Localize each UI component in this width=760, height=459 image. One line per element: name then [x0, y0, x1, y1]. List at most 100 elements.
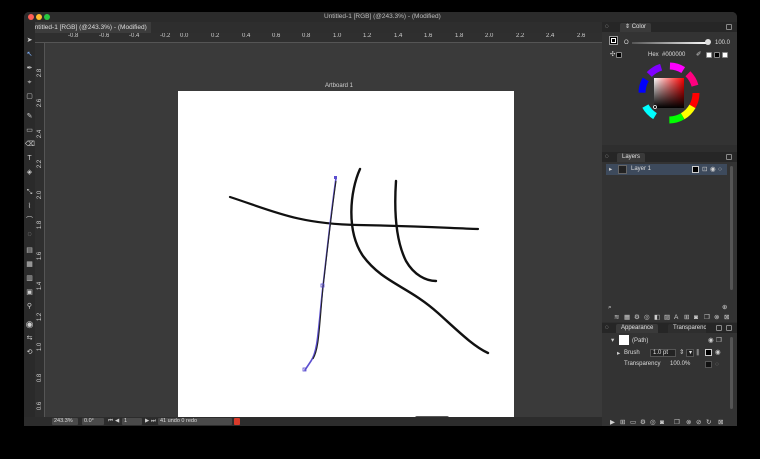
transform-icon[interactable]: ⤡ [25, 188, 34, 197]
link-icon[interactable]: ⊗ [686, 419, 691, 426]
white-swatch-2[interactable] [722, 52, 728, 58]
selection-arrow-icon[interactable]: ➤ [25, 36, 34, 45]
panel-add-button[interactable] [716, 325, 722, 331]
eyedropper-icon[interactable]: ⌒ [25, 216, 34, 225]
no-fill-button[interactable] [616, 52, 622, 58]
layer-name[interactable]: Layer 1 [631, 166, 651, 172]
layers-tab[interactable]: Layers [617, 153, 646, 162]
stroke-diagonal-left[interactable] [350, 167, 490, 355]
appearance-tab[interactable]: Appearance [616, 324, 659, 333]
video-icon[interactable]: ▶ [610, 419, 615, 426]
type-icon[interactable]: T [25, 154, 34, 163]
expand-arrow-icon[interactable]: ▾ [611, 337, 614, 344]
slice-icon[interactable]: ▣ [25, 288, 34, 297]
next-page-icon[interactable]: ▶ [145, 418, 149, 425]
minimize-window-button[interactable] [36, 14, 42, 20]
direct-select-icon[interactable]: ↖ [25, 50, 34, 59]
pen-icon[interactable]: ✒ [25, 64, 34, 73]
zoom-to-icon[interactable]: ⊕ [722, 304, 727, 311]
copy-style-icon[interactable]: ❐ [716, 337, 722, 344]
swap-colors-icon[interactable]: ✣ [610, 51, 615, 58]
eraser-icon[interactable]: ⌫ [25, 140, 35, 149]
camera-icon[interactable]: ◙ [694, 314, 698, 321]
opacity-slider[interactable] [632, 42, 708, 44]
link-icon[interactable]: ⊗ [714, 314, 719, 321]
fill-swatch[interactable] [611, 38, 616, 43]
gradient-icon[interactable]: ▤ [25, 246, 34, 255]
panel-menu-button[interactable] [726, 325, 732, 331]
anchor-point[interactable] [334, 176, 337, 179]
color-tab[interactable]: ⇕ Color [620, 23, 652, 32]
camera-icon[interactable]: ◙ [660, 419, 664, 426]
delete-icon[interactable]: ⊠ [724, 314, 729, 321]
chart-icon[interactable]: ▥ [25, 274, 34, 283]
search-icon[interactable]: ⌕ [608, 304, 612, 311]
canvas-area[interactable]: Artboard 1 [45, 43, 620, 426]
new-layer-icon[interactable]: ⊞ [684, 314, 689, 321]
history-field[interactable]: 41 undo 0 redo [158, 418, 232, 425]
brush-size-stepper-icon[interactable]: ⇕ [679, 349, 684, 356]
eye-icon[interactable]: ◉ [710, 166, 716, 173]
clear-icon[interactable]: ◎ [650, 419, 656, 426]
artboard-icon[interactable]: ▢ [25, 92, 34, 101]
panel-close-icon[interactable]: ◌ [605, 153, 609, 160]
image-icon[interactable]: ▨ [664, 314, 670, 321]
eyedropper-icon[interactable]: ✐ [696, 51, 701, 58]
shape-builder-icon[interactable]: ◈ [25, 168, 34, 177]
anchor-icon[interactable]: ⌖ [25, 78, 34, 87]
expand-arrow-icon[interactable]: ▸ [617, 350, 620, 357]
brush-type-dropdown[interactable]: ▾ [686, 349, 694, 357]
zoom-window-button[interactable] [44, 14, 50, 20]
text-icon[interactable]: A [674, 314, 678, 321]
visibility-icon[interactable]: ○ [715, 361, 719, 368]
panel-menu-button[interactable] [726, 154, 732, 160]
swap-colors-icon[interactable]: ⇆ [25, 334, 34, 343]
fill-stroke-icon[interactable]: ◉ [25, 320, 34, 329]
clip-icon[interactable]: ◎ [644, 314, 650, 321]
brush-style-icon[interactable]: ∥ [696, 349, 699, 356]
appearance-scrollbar[interactable] [730, 337, 733, 409]
reset-icon[interactable]: ⊘ [696, 419, 701, 426]
effects-icon[interactable]: ⚙ [640, 419, 646, 426]
prev-page-icon[interactable]: ◀ [115, 418, 119, 425]
eye-icon[interactable]: ◉ [708, 337, 714, 344]
transparency-tab[interactable]: Transparency [668, 324, 706, 333]
black-swatch[interactable] [714, 52, 720, 58]
color-wheel[interactable] [638, 62, 700, 124]
rotation-field[interactable]: 0.0° [82, 418, 104, 425]
brush-icon[interactable]: ✎ [25, 112, 34, 121]
delete-icon[interactable]: ⊠ [718, 419, 723, 426]
opacity-slider-thumb[interactable] [705, 39, 711, 45]
layer-row[interactable]: ▸ Layer 1 ⊡ ◉ ○ [606, 164, 727, 175]
panel-close-icon[interactable]: ◌ [605, 324, 609, 331]
zoom-field[interactable]: 243.3% [52, 418, 78, 425]
document-tab[interactable]: Untitled-1 [RGB] (@243.3%) - (Modified) [26, 22, 151, 33]
warp-icon[interactable]: ⌇ [25, 202, 34, 211]
first-page-icon[interactable]: ⏮ [108, 418, 113, 425]
layer-stack-icon[interactable]: ≋ [614, 314, 619, 321]
zoom-icon[interactable]: ⚲ [25, 302, 34, 311]
add-stroke-icon[interactable]: ▭ [630, 419, 636, 426]
settings-icon[interactable]: ⚙ [634, 314, 640, 321]
page-field[interactable]: 1 [122, 418, 142, 425]
eye-icon[interactable]: ◉ [715, 349, 721, 356]
blend-icon[interactable]: ◌ [25, 230, 34, 239]
duplicate-icon[interactable]: ❐ [674, 419, 680, 426]
opacity-value[interactable]: 100.0 [715, 40, 730, 46]
stroke-horizontal[interactable] [228, 195, 480, 231]
panel-close-icon[interactable]: ◌ [605, 23, 609, 30]
duplicate-icon[interactable]: ❐ [704, 314, 710, 321]
close-window-button[interactable] [28, 14, 34, 20]
brush-color-swatch[interactable] [705, 349, 712, 356]
grid-icon[interactable]: ▦ [624, 314, 630, 321]
hex-value[interactable]: #000000 [662, 52, 685, 58]
artwork[interactable] [178, 91, 514, 426]
artboard[interactable] [178, 91, 514, 426]
stroke-curve-right[interactable] [394, 179, 438, 283]
last-page-icon[interactable]: ⏭ [151, 418, 156, 425]
layer-color-swatch[interactable] [692, 166, 699, 173]
layer-options-icon[interactable]: ○ [718, 166, 722, 173]
brush-size-field[interactable]: 1.0 pt [650, 349, 676, 357]
expand-arrow-icon[interactable]: ▸ [609, 166, 612, 173]
layers-scrollbar[interactable] [730, 166, 733, 290]
